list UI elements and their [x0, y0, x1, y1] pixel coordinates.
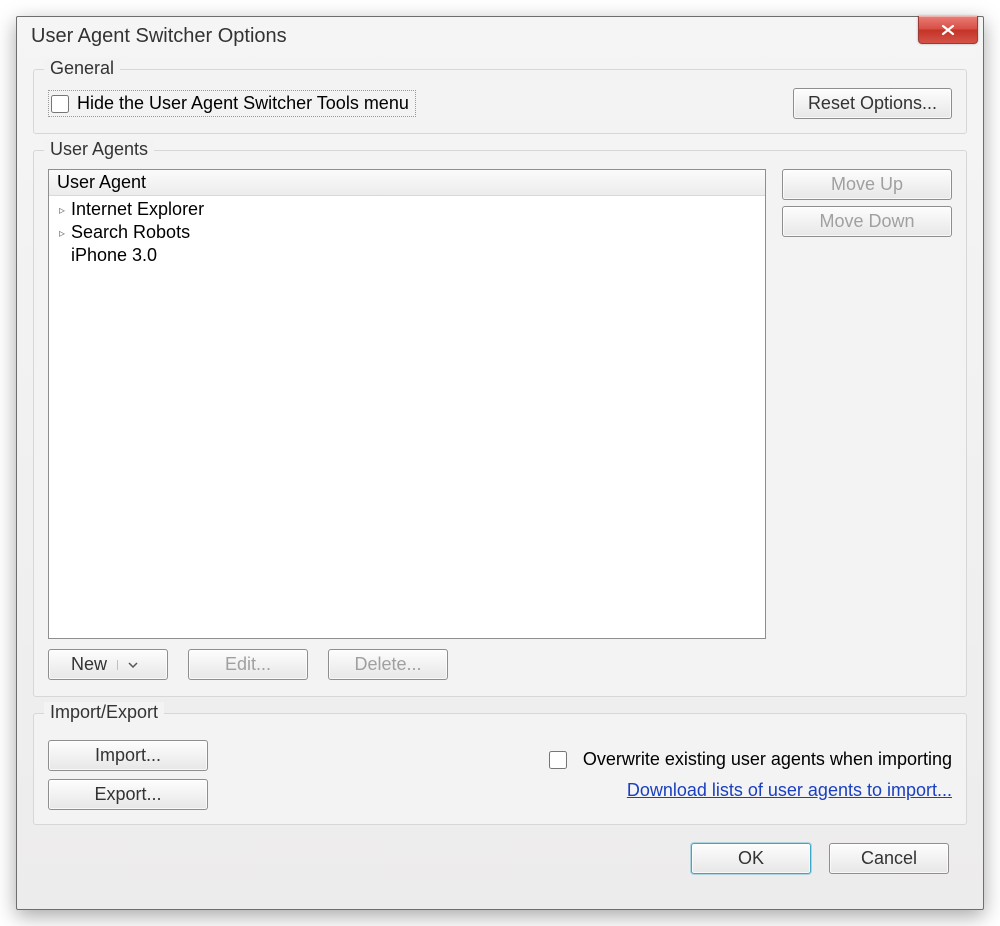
move-down-button[interactable]: Move Down	[782, 206, 952, 237]
expand-icon: ▹	[55, 226, 69, 240]
ok-button[interactable]: OK	[691, 843, 811, 874]
tree-item-label: Internet Explorer	[71, 199, 204, 220]
overwrite-checkbox[interactable]	[549, 751, 567, 769]
edit-button[interactable]: Edit...	[188, 649, 308, 680]
tree-item-label: iPhone 3.0	[71, 245, 157, 266]
options-dialog: User Agent Switcher Options General Hide…	[16, 16, 984, 910]
chevron-down-icon	[128, 660, 138, 670]
close-icon	[940, 24, 956, 36]
import-button[interactable]: Import...	[48, 740, 208, 771]
tree-column-header[interactable]: User Agent	[49, 170, 765, 196]
import-export-legend: Import/Export	[44, 702, 164, 723]
expand-icon: ▹	[55, 203, 69, 217]
move-up-button[interactable]: Move Up	[782, 169, 952, 200]
new-button-label: New	[71, 654, 107, 675]
titlebar: User Agent Switcher Options	[17, 17, 983, 53]
general-legend: General	[44, 58, 120, 79]
close-button[interactable]	[918, 16, 978, 44]
import-export-group: Import/Export Import... Export... Overwr…	[33, 713, 967, 825]
new-button-dropdown[interactable]	[117, 660, 138, 670]
hide-menu-checkbox-wrap[interactable]: Hide the User Agent Switcher Tools menu	[48, 90, 416, 117]
export-button[interactable]: Export...	[48, 779, 208, 810]
delete-button[interactable]: Delete...	[328, 649, 448, 680]
new-button[interactable]: New	[48, 649, 168, 680]
user-agents-legend: User Agents	[44, 139, 154, 160]
cancel-button[interactable]: Cancel	[829, 843, 949, 874]
download-lists-link[interactable]: Download lists of user agents to import.…	[627, 780, 952, 801]
dialog-button-row: OK Cancel	[33, 825, 967, 874]
user-agent-tree[interactable]: User Agent ▹ Internet Explorer ▹ Search …	[48, 169, 766, 639]
user-agents-group: User Agents User Agent ▹ Internet Explor…	[33, 150, 967, 697]
tree-item-iphone-3[interactable]: ▹ iPhone 3.0	[53, 244, 761, 267]
tree-item-label: Search Robots	[71, 222, 190, 243]
hide-menu-checkbox[interactable]	[51, 95, 69, 113]
general-group: General Hide the User Agent Switcher Too…	[33, 69, 967, 134]
overwrite-label: Overwrite existing user agents when impo…	[583, 749, 952, 770]
reset-options-button[interactable]: Reset Options...	[793, 88, 952, 119]
hide-menu-label: Hide the User Agent Switcher Tools menu	[77, 93, 409, 114]
tree-item-search-robots[interactable]: ▹ Search Robots	[53, 221, 761, 244]
window-title: User Agent Switcher Options	[31, 25, 287, 48]
overwrite-checkbox-wrap[interactable]: Overwrite existing user agents when impo…	[549, 749, 952, 770]
tree-item-internet-explorer[interactable]: ▹ Internet Explorer	[53, 198, 761, 221]
